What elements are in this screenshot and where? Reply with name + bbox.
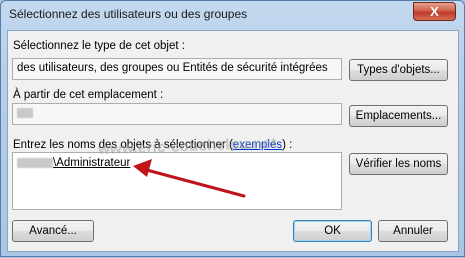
window-title: Sélectionnez des utilisateurs ou des gro… [9, 7, 248, 21]
check-names-button[interactable]: Vérifier les noms [349, 153, 448, 175]
object-types-button[interactable]: Types d'objets... [349, 59, 448, 81]
dialog-client-area: Sélectionnez le type de cet objet : des … [7, 30, 459, 252]
names-input[interactable]: \Administrateur [12, 152, 342, 210]
location-label: À partir de cet emplacement : [13, 89, 164, 101]
names-entry[interactable]: \Administrateur [53, 157, 130, 169]
redacted-domain [17, 157, 53, 168]
location-field [12, 103, 342, 125]
dialog-window: Sélectionnez des utilisateurs ou des gro… [0, 0, 465, 257]
names-label-suffix: ) : [282, 139, 293, 151]
object-type-label: Sélectionnez le type de cet objet : [13, 40, 185, 52]
close-icon: X [430, 4, 439, 19]
object-type-field: des utilisateurs, des groupes ou Entités… [12, 58, 342, 80]
redacted-location [17, 107, 33, 118]
locations-button[interactable]: Emplacements... [349, 105, 448, 127]
ok-button[interactable]: OK [293, 220, 372, 242]
cancel-button[interactable]: Annuler [378, 220, 448, 242]
close-button[interactable]: X [413, 2, 456, 21]
advanced-button[interactable]: Avancé... [12, 220, 94, 242]
